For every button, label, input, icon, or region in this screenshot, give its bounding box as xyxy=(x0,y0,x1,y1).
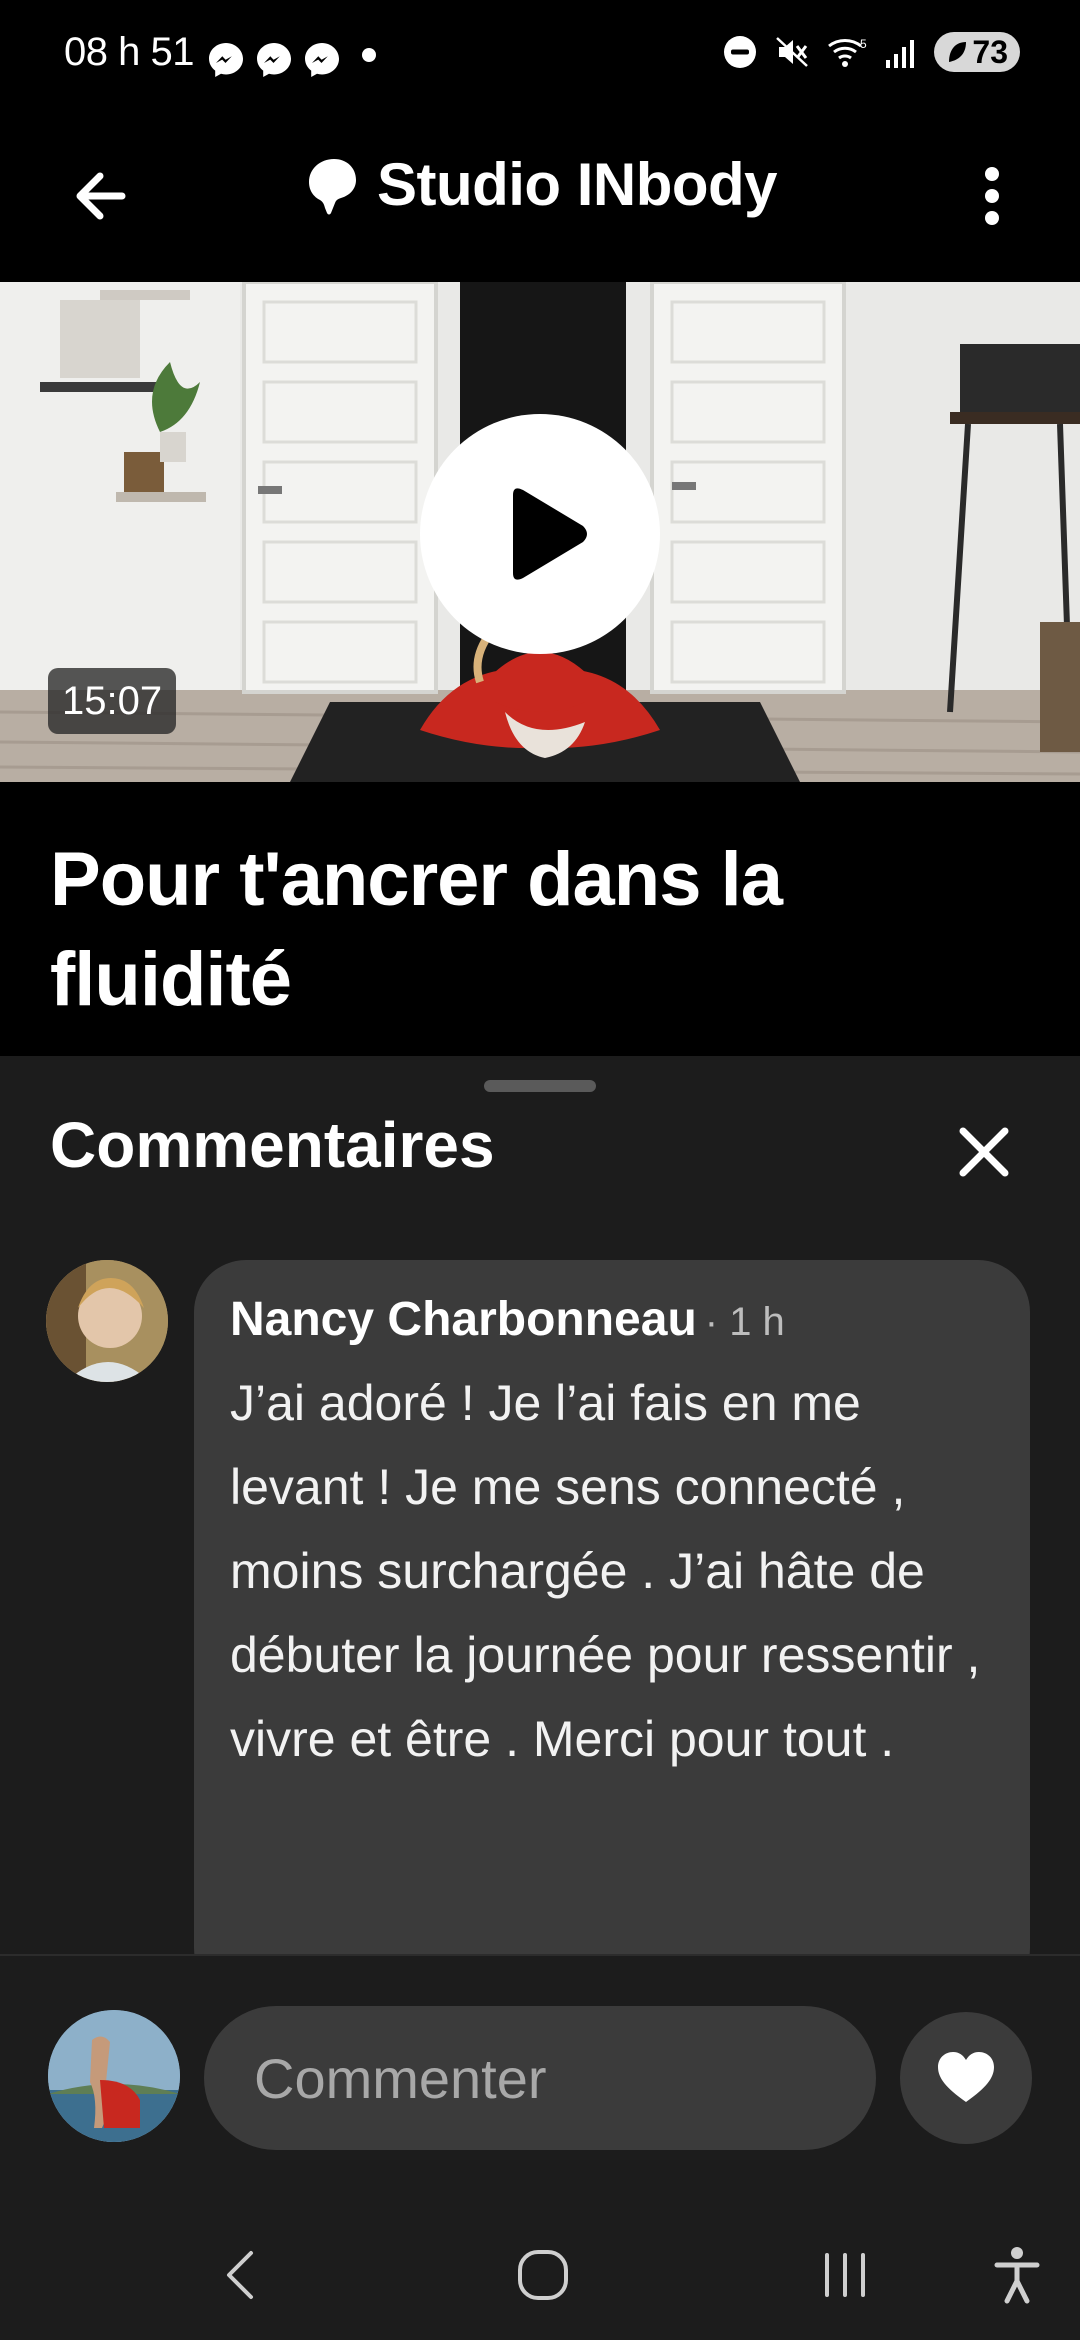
svg-text:5: 5 xyxy=(860,37,867,51)
signal-icon xyxy=(886,40,915,68)
video-player[interactable]: 15:07 xyxy=(0,282,1080,782)
battery-level: 73 xyxy=(972,33,1008,70)
drag-handle[interactable] xyxy=(484,1080,596,1092)
patreon-icon xyxy=(308,158,356,214)
nav-recents-button[interactable] xyxy=(800,2230,890,2320)
comment-header: Nancy Charbonneau · 1 h xyxy=(230,1292,994,1347)
comment-time: · 1 h xyxy=(704,1300,785,1344)
user-avatar-image xyxy=(48,2010,180,2142)
comment-bubble[interactable]: Nancy Charbonneau · 1 h J’ai adoré ! Je … xyxy=(194,1260,1030,2000)
more-options-button[interactable] xyxy=(960,156,1024,236)
header-title-group: Studio INbody xyxy=(0,150,1080,219)
recents-nav-icon xyxy=(825,2253,865,2297)
avatar[interactable] xyxy=(46,1260,168,1382)
system-nav-bar xyxy=(0,2194,1080,2340)
status-bar: 08 h 51 5 73 xyxy=(0,0,1080,110)
video-duration: 15:07 xyxy=(48,668,177,734)
system-icons: 5 73 xyxy=(722,32,1020,72)
heart-icon xyxy=(938,2052,994,2102)
accessibility-button[interactable] xyxy=(972,2230,1062,2320)
post-title: Pour t'ancrer dans la fluidité xyxy=(50,837,783,1022)
close-icon xyxy=(959,1127,1009,1177)
accessibility-icon xyxy=(994,2247,1040,2304)
wifi-icon: 5 xyxy=(828,37,867,67)
nav-home-button[interactable] xyxy=(498,2230,588,2320)
play-icon xyxy=(513,488,587,580)
messenger-icon xyxy=(257,43,291,77)
dot-icon xyxy=(362,48,376,62)
user-avatar xyxy=(48,2010,180,2142)
nav-back-button[interactable] xyxy=(196,2230,286,2320)
comment-text: J’ai adoré ! Je l’ai fais en me levant !… xyxy=(230,1375,981,1767)
comment-composer xyxy=(0,1954,1080,2194)
app-header: Studio INbody xyxy=(0,110,1080,282)
comment-author[interactable]: Nancy Charbonneau xyxy=(230,1292,697,1347)
comment-input[interactable] xyxy=(204,2006,876,2150)
play-button[interactable] xyxy=(420,414,660,654)
leaf-icon xyxy=(949,42,967,62)
messenger-icon xyxy=(305,43,339,77)
close-button[interactable] xyxy=(948,1116,1020,1188)
like-button[interactable] xyxy=(900,2012,1032,2144)
avatar-image xyxy=(46,1260,168,1382)
home-nav-icon xyxy=(518,2250,568,2300)
notification-icons xyxy=(206,40,342,80)
more-vertical-icon xyxy=(985,167,999,225)
dnd-icon xyxy=(724,36,757,68)
mute-icon xyxy=(776,37,809,67)
battery-icon: 73 xyxy=(934,32,1020,72)
messenger-icon xyxy=(209,43,243,77)
status-time: 08 h 51 xyxy=(64,30,194,74)
comments-title: Commentaires xyxy=(50,1109,495,1181)
header-title: Studio INbody xyxy=(376,151,778,218)
back-nav-icon xyxy=(227,2251,253,2299)
